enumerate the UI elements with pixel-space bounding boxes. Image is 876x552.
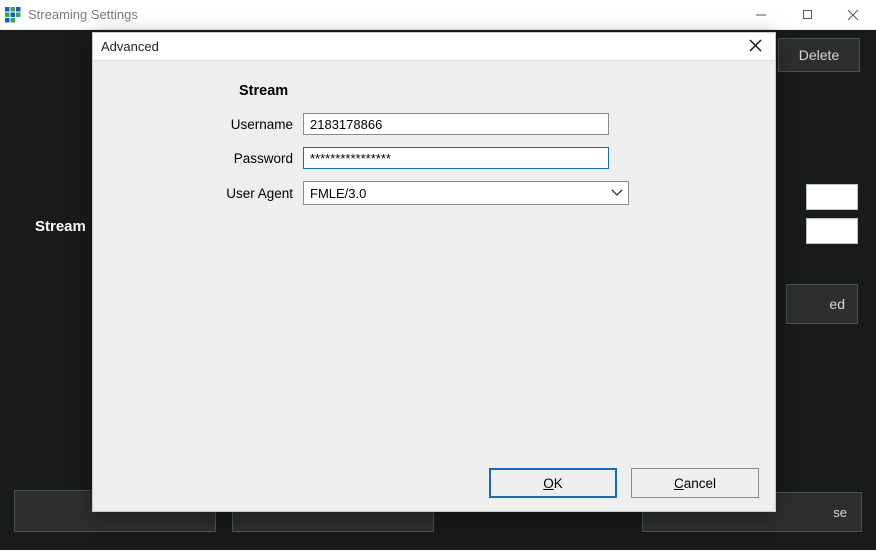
row-username: Username xyxy=(93,113,609,135)
dialog-close-button[interactable] xyxy=(741,35,769,59)
dialog-title: Advanced xyxy=(101,39,159,54)
side-section-label: Stream xyxy=(35,218,86,235)
ok-button-label: OK xyxy=(543,476,563,491)
main-window: Streaming Settings Delete Stream ed se A… xyxy=(0,0,876,552)
label-user-agent: User Agent xyxy=(93,186,293,201)
cancel-button-label: Cancel xyxy=(674,476,716,491)
bg-partial-button[interactable]: ed xyxy=(786,284,858,324)
dialog-body: Stream Username Password User Agent FMLE… xyxy=(93,61,775,455)
bottom-button-3-suffix: se xyxy=(833,505,847,520)
maximize-button[interactable] xyxy=(784,0,830,29)
section-header-stream: Stream xyxy=(239,83,288,99)
bg-input-2[interactable] xyxy=(806,218,858,244)
window-close-button[interactable] xyxy=(830,0,876,29)
chevron-down-icon xyxy=(606,189,628,197)
app-icon xyxy=(4,6,22,24)
user-agent-select[interactable]: FMLE/3.0 xyxy=(303,181,629,205)
delete-button[interactable]: Delete xyxy=(778,38,860,72)
label-username: Username xyxy=(93,117,293,132)
password-field[interactable] xyxy=(303,147,609,169)
window-buttons xyxy=(738,0,876,29)
row-password: Password xyxy=(93,147,609,169)
dialog-titlebar: Advanced xyxy=(93,33,775,61)
cancel-button[interactable]: Cancel xyxy=(631,468,759,498)
minimize-button[interactable] xyxy=(738,0,784,29)
user-agent-value: FMLE/3.0 xyxy=(304,186,606,201)
row-user-agent: User Agent FMLE/3.0 xyxy=(93,181,629,205)
main-titlebar: Streaming Settings xyxy=(0,0,876,30)
advanced-dialog: Advanced Stream Username Password User A… xyxy=(92,32,776,512)
window-title: Streaming Settings xyxy=(28,7,138,22)
dialog-footer: OK Cancel xyxy=(93,455,775,511)
bg-input-1[interactable] xyxy=(806,184,858,210)
close-icon xyxy=(749,39,762,55)
username-field[interactable] xyxy=(303,113,609,135)
ok-button[interactable]: OK xyxy=(489,468,617,498)
label-password: Password xyxy=(93,151,293,166)
